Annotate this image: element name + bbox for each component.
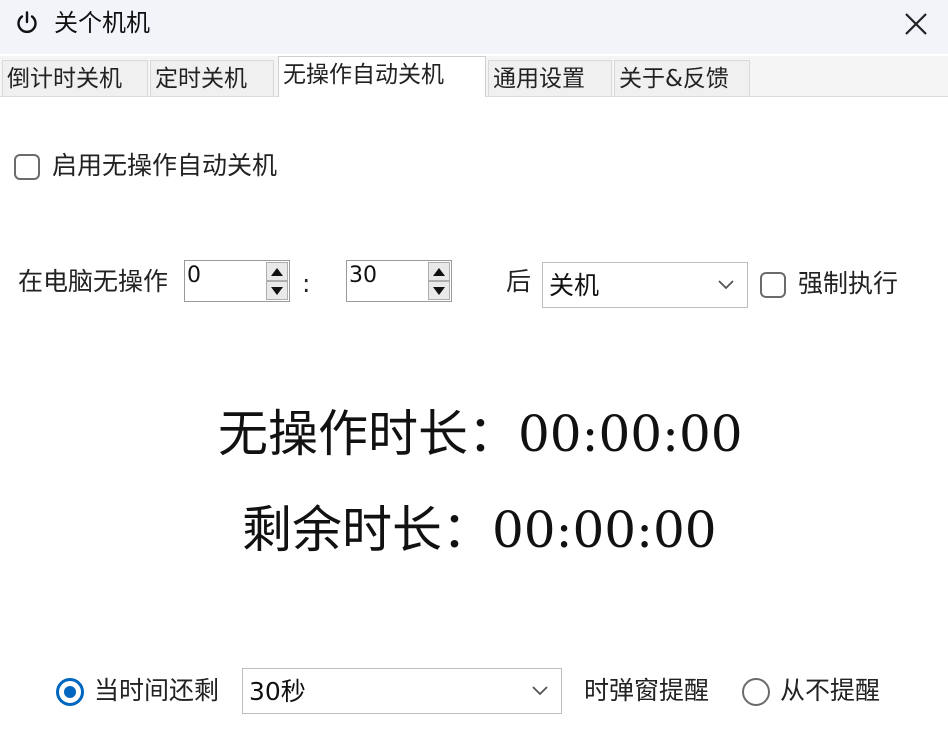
app-window: 关个机机 倒计时关机 定时关机 无操作自动关机 通用设置 关于&反馈 启用无操作…: [0, 0, 948, 738]
popup-reminder-label: 时弹窗提醒: [584, 676, 710, 705]
minutes-spinbox[interactable]: 30: [346, 260, 452, 302]
chevron-down-icon: [718, 280, 734, 290]
force-execute-label: 强制执行: [798, 269, 899, 298]
hours-spin-arrows: [266, 262, 288, 300]
enable-idle-shutdown-checkbox[interactable]: [14, 154, 40, 180]
chevron-down-icon: [532, 686, 548, 696]
remind-when-remaining-radio[interactable]: [56, 678, 84, 706]
after-label: 后: [506, 267, 532, 296]
force-execute-checkbox[interactable]: [760, 272, 786, 298]
triangle-up-icon: [433, 267, 445, 276]
tab-about-feedback[interactable]: 关于&反馈: [614, 60, 750, 96]
idle-prefix-label: 在电脑无操作: [18, 267, 169, 296]
power-icon: [17, 11, 37, 34]
idle-duration-label: 无操作时长：: [218, 405, 518, 463]
idle-duration-value: 00:00:00: [518, 405, 743, 463]
triangle-up-icon: [271, 267, 283, 276]
close-icon: [905, 13, 927, 35]
enable-idle-shutdown-label: 启用无操作自动关机: [52, 151, 278, 180]
tab-bar: 倒计时关机 定时关机 无操作自动关机 通用设置 关于&反馈: [0, 56, 948, 97]
close-button[interactable]: [896, 4, 936, 44]
hours-increment-button[interactable]: [266, 262, 288, 281]
tab-general-settings[interactable]: 通用设置: [488, 60, 612, 96]
idle-duration-readout: 无操作时长：00:00:00: [218, 404, 743, 464]
remaining-duration-label: 剩余时长：: [242, 501, 492, 559]
tab-scheduled-shutdown[interactable]: 定时关机: [150, 60, 274, 96]
hours-input[interactable]: 0: [187, 263, 201, 289]
remaining-duration-readout: 剩余时长：00:00:00: [242, 500, 717, 560]
remaining-duration-value: 00:00:00: [492, 501, 717, 559]
tab-idle-shutdown[interactable]: 无操作自动关机: [278, 56, 486, 97]
reminder-time-value: 30秒: [249, 677, 306, 706]
time-separator: :: [302, 269, 311, 298]
triangle-down-icon: [271, 286, 283, 295]
action-dropdown[interactable]: 关机: [542, 262, 748, 308]
remind-when-remaining-label: 当时间还剩: [94, 676, 220, 705]
minutes-spin-arrows: [428, 262, 450, 300]
reminder-time-dropdown[interactable]: 30秒: [242, 668, 562, 714]
minutes-decrement-button[interactable]: [428, 281, 450, 300]
never-remind-radio[interactable]: [742, 678, 770, 706]
action-dropdown-value: 关机: [549, 271, 600, 300]
minutes-increment-button[interactable]: [428, 262, 450, 281]
window-title: 关个机机: [54, 9, 150, 37]
title-bar: 关个机机: [0, 0, 948, 54]
tab-countdown-shutdown[interactable]: 倒计时关机: [2, 60, 148, 96]
hours-decrement-button[interactable]: [266, 281, 288, 300]
triangle-down-icon: [433, 286, 445, 295]
minutes-input[interactable]: 30: [349, 263, 377, 289]
never-remind-label: 从不提醒: [780, 676, 881, 705]
hours-spinbox[interactable]: 0: [184, 260, 290, 302]
